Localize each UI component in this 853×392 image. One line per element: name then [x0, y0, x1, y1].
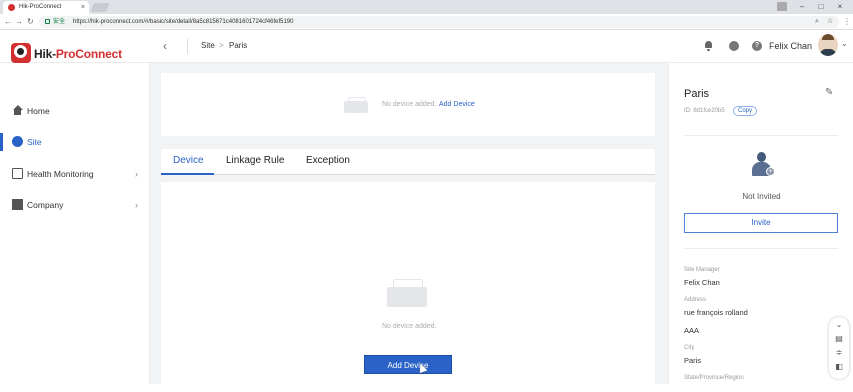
avatar[interactable] [818, 34, 838, 56]
device-summary-card: No device added. Add Device [161, 73, 655, 136]
empty-state-text: No device added. [382, 101, 437, 108]
chevron-right-icon: › [135, 169, 138, 179]
browser-forward-icon[interactable]: → [15, 15, 23, 29]
user-name[interactable]: Felix Chan [769, 40, 812, 52]
empty-tray-icon [344, 97, 368, 113]
browser-tab-title: Hik-ProConnect [19, 4, 62, 10]
sidebar-item-label: Health Monitoring [27, 169, 94, 179]
sidebar: Home Site Health Monitoring › Company › [0, 63, 150, 384]
site-id: ID: 8d1fce20b5 [684, 108, 725, 114]
browser-back-icon[interactable]: ← [4, 15, 12, 29]
bookmark-star-icon[interactable]: ☆ [827, 16, 833, 28]
site-manager-label: Site Manager [684, 267, 720, 273]
help-icon[interactable]: ? [752, 41, 762, 51]
sidebar-item-home[interactable]: Home [0, 99, 150, 123]
header-divider [187, 39, 188, 54]
breadcrumb-site[interactable]: Site [201, 40, 215, 52]
sidebar-item-company[interactable]: Company › [0, 193, 150, 217]
minimize-window-button[interactable]: – [794, 0, 810, 14]
empty-state-text: No device added. [382, 323, 437, 330]
address-line-2: AAA [684, 326, 700, 335]
add-device-button[interactable]: Add Device [364, 355, 452, 374]
address-label: Address [684, 297, 707, 303]
add-device-link[interactable]: Add Device [439, 100, 475, 110]
floating-toolbar: ⌄ ▤ ≑ ◧ [829, 317, 849, 379]
address-bar[interactable]: 安全 https://hik-proconnect.com/#/basic/si… [39, 16, 839, 28]
notification-bell-icon[interactable] [704, 41, 714, 51]
logo-prefix: Hik- [34, 47, 56, 61]
state-label: State/Province/Region [684, 375, 744, 381]
person-head-icon [757, 152, 766, 162]
app-header: Hik-ProConnect ‹ Site > Paris ? Felix Ch… [0, 30, 853, 63]
add-badge-icon: + [766, 167, 775, 176]
browser-profile-icon[interactable] [777, 2, 787, 11]
invite-button[interactable]: Invite [684, 213, 838, 233]
city-label: City [684, 345, 695, 351]
building-icon [12, 199, 23, 210]
home-icon [12, 105, 23, 116]
edit-pencil-icon[interactable]: ✎ [825, 87, 833, 98]
divider [684, 248, 838, 249]
installer-avatar-icon: + [750, 152, 775, 176]
breadcrumb-separator: > [219, 41, 224, 50]
package-icon[interactable] [729, 41, 739, 51]
browser-menu-icon[interactable]: ⋮ [843, 15, 851, 29]
new-tab-button[interactable] [90, 3, 110, 12]
site-detail-panel: Paris ✎ ID: 8d1fce20b5 Copy + Not Invite… [668, 63, 853, 384]
site-manager-value: Felix Chan [684, 278, 720, 287]
tab-exception[interactable]: Exception [306, 149, 350, 173]
document-icon[interactable]: ▤ [834, 334, 844, 344]
chevron-down-icon[interactable]: ⌄ [841, 39, 848, 48]
invite-status: Not Invited [742, 192, 781, 201]
tab-device[interactable]: Device [173, 149, 204, 173]
site-name: Paris [684, 88, 710, 100]
reload-icon[interactable]: ↻ [27, 15, 34, 29]
device-list-card: No device added. Add Device [161, 182, 655, 392]
copy-id-button[interactable]: Copy [733, 106, 758, 116]
close-tab-icon[interactable]: × [81, 1, 85, 14]
app-logo-text: Hik-ProConnect [34, 47, 122, 61]
site-favicon-icon [8, 4, 15, 11]
detail-tabs: Device Linkage Rule Exception [161, 149, 655, 175]
active-tab-indicator [161, 173, 214, 175]
close-window-button[interactable]: × [832, 0, 848, 14]
tab-linkage-rule[interactable]: Linkage Rule [226, 149, 284, 173]
chevron-up-icon[interactable]: ⌄ [834, 320, 844, 330]
zoom-icon[interactable]: ⌕ [815, 16, 819, 28]
main-content: No device added. Add Device Device Linka… [150, 63, 668, 392]
browser-tab-strip: Hik-ProConnect × – □ × [0, 0, 853, 14]
monitor-icon [12, 168, 23, 179]
sidebar-item-label: Site [27, 137, 42, 147]
hik-proconnect-logo-icon [11, 43, 31, 63]
empty-tray-icon [387, 279, 427, 307]
adjust-icon[interactable]: ≑ [834, 348, 844, 358]
layers-icon[interactable]: ◧ [834, 362, 844, 372]
chevron-right-icon: › [135, 200, 138, 210]
lock-icon [45, 19, 50, 24]
sidebar-item-health-monitoring[interactable]: Health Monitoring › [0, 162, 150, 186]
logo-suffix: ProConnect [55, 47, 122, 61]
sidebar-item-label: Company [27, 200, 64, 210]
city-value: Paris [684, 356, 702, 365]
breadcrumb-current: Paris [229, 41, 248, 50]
back-icon[interactable]: ‹ [163, 38, 167, 54]
sidebar-item-label: Home [27, 106, 50, 116]
globe-icon [12, 136, 23, 147]
sidebar-item-site[interactable]: Site [0, 130, 150, 154]
divider [684, 135, 838, 136]
restore-window-button[interactable]: □ [813, 0, 829, 14]
browser-toolbar: ← → ↻ 安全 https://hik-proconnect.com/#/ba… [0, 14, 853, 30]
camera-lens-icon [14, 45, 27, 58]
url-text[interactable]: https://hik-proconnect.com/#/basic/site/… [73, 16, 294, 28]
secure-label: 安全 [53, 19, 66, 25]
address-line-1: rue françois rolland [684, 308, 748, 317]
browser-tab[interactable]: Hik-ProConnect × [3, 1, 89, 14]
